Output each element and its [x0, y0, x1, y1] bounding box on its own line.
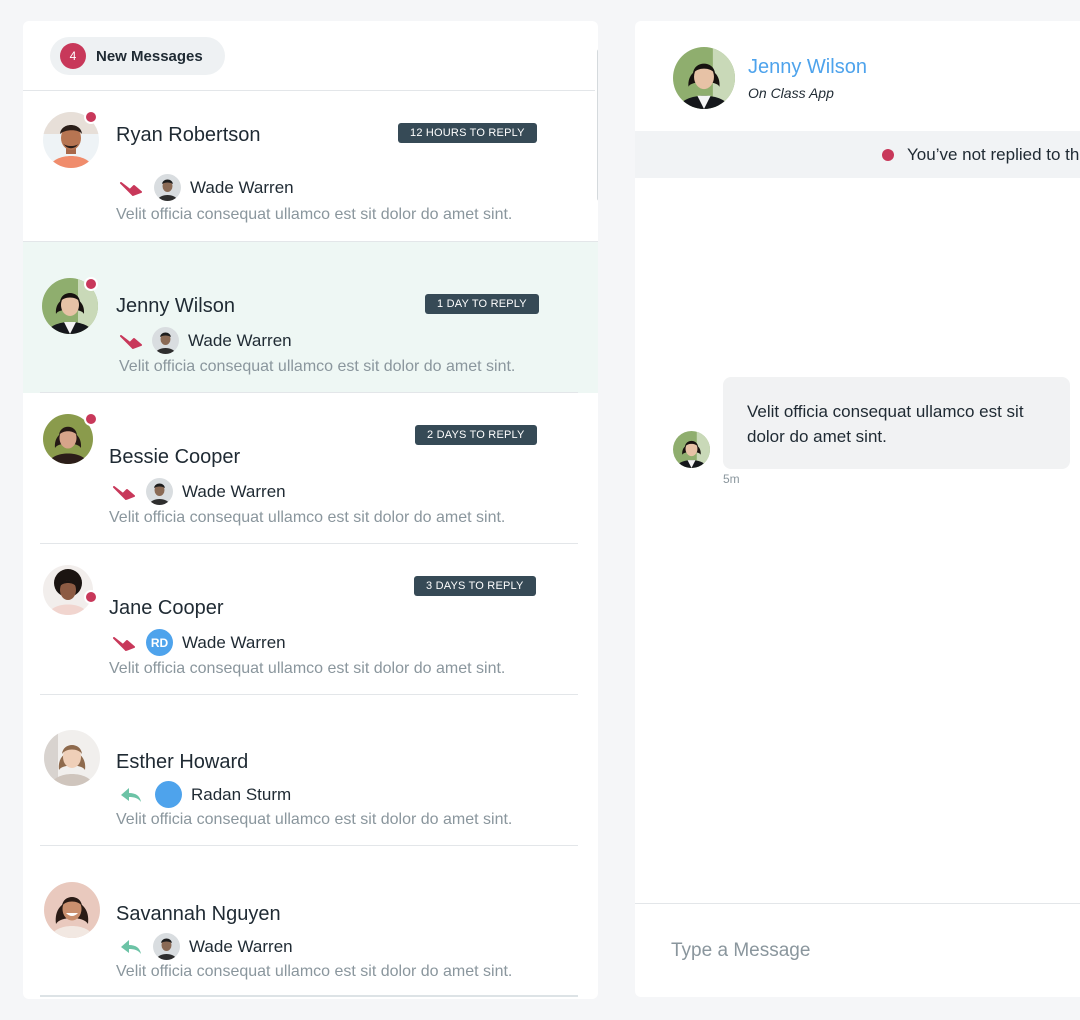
- assignee-photo-icon: [146, 478, 173, 505]
- assignee-photo-icon: [152, 327, 179, 354]
- assignee-photo-icon: [153, 933, 180, 960]
- sender-photo-icon: [673, 431, 710, 468]
- unread-dot: [84, 590, 98, 604]
- conversation-name: Jane Cooper: [109, 597, 224, 619]
- reply-arrow-icon: [121, 939, 141, 954]
- conversation-item[interactable]: Ryan Robertson 12 HOURS TO REPLY Wade Wa…: [23, 91, 598, 242]
- message-sender-avatar: [673, 431, 710, 468]
- conversation-item[interactable]: Bessie Cooper 2 DAYS TO REPLY Wade Warre…: [23, 393, 598, 544]
- assignee-row: Wade Warren: [112, 478, 286, 505]
- avatar-photo-icon: [43, 565, 93, 615]
- message-composer: [635, 903, 1080, 997]
- reply-deadline-badge: 1 DAY TO REPLY: [425, 294, 539, 314]
- unread-dot: [84, 110, 98, 124]
- message-preview: Velit officia consequat ullamco est sit …: [109, 660, 506, 677]
- assignee-name: Wade Warren: [190, 177, 294, 197]
- unread-dot: [84, 277, 98, 291]
- reply-deadline-badge: 3 DAYS TO REPLY: [414, 576, 536, 596]
- forward-arrow-icon: [120, 181, 142, 196]
- contact-source: On Class App: [748, 85, 834, 101]
- forward-arrow-icon: [113, 636, 135, 651]
- message-preview: Velit officia consequat ullamco est sit …: [116, 811, 513, 828]
- conversation-item[interactable]: Savannah Nguyen Wade Warren Velit offici…: [23, 846, 598, 997]
- forward-arrow-icon: [120, 334, 142, 349]
- assignee-row: RD Wade Warren: [112, 629, 286, 656]
- contact-photo-icon: [673, 47, 735, 109]
- reply-notice-bar: You’ve not replied to th: [635, 131, 1080, 178]
- inbox-header: 4 New Messages: [23, 21, 595, 91]
- assignee-name: Wade Warren: [189, 936, 293, 956]
- list-bottom-divider: [40, 995, 578, 997]
- avatar-photo-icon: [44, 730, 100, 786]
- assignee-row: Radan Sturm: [119, 781, 291, 808]
- avatar-photo-icon: [44, 882, 100, 938]
- reply-deadline-badge: 2 DAYS TO REPLY: [415, 425, 537, 445]
- message-timestamp: 5m: [723, 472, 740, 486]
- assignee-name: Wade Warren: [182, 632, 286, 652]
- unread-dot: [84, 412, 98, 426]
- assignee-name: Wade Warren: [182, 481, 286, 501]
- new-messages-filter[interactable]: 4 New Messages: [50, 37, 225, 75]
- avatar: [44, 882, 100, 938]
- message-input[interactable]: [671, 936, 1071, 966]
- assignee-photo-icon: [154, 174, 181, 201]
- conversation-list-panel: 4 New Messages Ryan Robertson 12 HOURS T…: [23, 21, 598, 999]
- contact-name[interactable]: Jenny Wilson: [748, 56, 867, 79]
- assignee-avatar: [153, 933, 180, 960]
- chat-messages-area: Velit officia consequat ullamco est sit …: [635, 178, 1080, 903]
- assignee-row: Wade Warren: [119, 174, 294, 201]
- conversation-item[interactable]: Esther Howard Radan Sturm Velit officia …: [23, 695, 598, 846]
- message-preview: Velit officia consequat ullamco est sit …: [116, 206, 513, 223]
- conversation-item-selected[interactable]: Jenny Wilson 1 DAY TO REPLY Wade Warren …: [23, 242, 598, 393]
- conversation-name: Esther Howard: [116, 751, 249, 773]
- assignee-row: Wade Warren: [119, 933, 293, 960]
- assignee-initials-avatar: RD: [146, 629, 173, 656]
- assignee-row: Wade Warren: [119, 327, 292, 354]
- new-messages-label: New Messages: [96, 47, 203, 65]
- assignee-name: Wade Warren: [188, 330, 292, 350]
- message-bubble: Velit officia consequat ullamco est sit …: [723, 377, 1070, 469]
- notice-text: You’ve not replied to th: [907, 145, 1080, 164]
- reply-deadline-badge: 12 HOURS TO REPLY: [398, 123, 537, 143]
- avatar: [44, 730, 100, 786]
- conversation-item[interactable]: Jane Cooper 3 DAYS TO REPLY RD Wade Warr…: [23, 544, 598, 695]
- new-count-badge: 4: [60, 43, 86, 69]
- avatar: [43, 565, 93, 615]
- reply-arrow-icon: [121, 787, 141, 802]
- assignee-avatar: [152, 327, 179, 354]
- assignee-name: Radan Sturm: [191, 784, 292, 804]
- forward-arrow-icon: [113, 485, 135, 500]
- chat-header: Jenny Wilson On Class App: [635, 21, 1080, 131]
- message-preview: Velit officia consequat ullamco est sit …: [116, 963, 513, 980]
- conversation-name: Ryan Robertson: [116, 124, 261, 146]
- assignee-avatar: [146, 478, 173, 505]
- contact-avatar[interactable]: [673, 47, 735, 109]
- assignee-avatar: [154, 174, 181, 201]
- conversation-name: Savannah Nguyen: [116, 903, 281, 925]
- assignee-avatar: [155, 781, 182, 808]
- message-preview: Velit officia consequat ullamco est sit …: [119, 358, 516, 375]
- notice-dot: [882, 149, 894, 161]
- message-preview: Velit officia consequat ullamco est sit …: [109, 509, 506, 526]
- conversation-name: Jenny Wilson: [116, 295, 235, 317]
- conversation-name: Bessie Cooper: [109, 446, 241, 468]
